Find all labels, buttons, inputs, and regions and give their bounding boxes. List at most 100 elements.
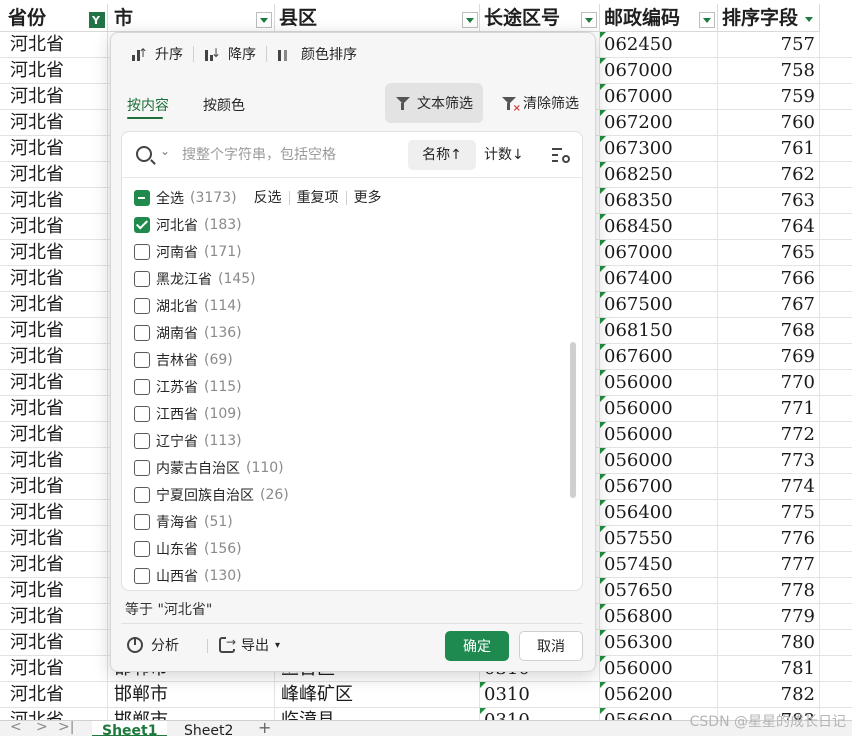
cell-sort-field[interactable]: 775 — [718, 500, 820, 526]
cell-postcode[interactable]: 068250 — [600, 162, 718, 188]
value-checkbox[interactable] — [134, 351, 150, 368]
cell-postcode[interactable]: 056000 — [600, 448, 718, 474]
cell-province[interactable]: 河北省 — [0, 604, 108, 630]
cell-sort-field[interactable]: 778 — [718, 578, 820, 604]
value-checkbox[interactable] — [134, 297, 150, 314]
tab-by-color[interactable]: 按颜色 — [203, 95, 245, 115]
value-label[interactable]: 湖南省 — [156, 323, 198, 343]
cell-province[interactable]: 河北省 — [0, 188, 108, 214]
cell-postcode[interactable]: 067000 — [600, 84, 718, 110]
value-checkbox[interactable] — [134, 324, 150, 341]
select-all-label[interactable]: 全选 — [156, 188, 184, 208]
value-label[interactable]: 内蒙古自治区 — [156, 458, 240, 478]
cell-sort-field[interactable]: 759 — [718, 84, 820, 110]
list-item[interactable]: 山东省 (156) — [134, 535, 564, 562]
cell-postcode[interactable]: 057650 — [600, 578, 718, 604]
cell-postcode[interactable]: 056000 — [600, 422, 718, 448]
cell-province[interactable]: 河北省 — [0, 32, 108, 58]
list-item[interactable]: 宁夏回族自治区 (26) — [134, 481, 564, 508]
cell-sort-field[interactable]: 762 — [718, 162, 820, 188]
cell-province[interactable]: 河北省 — [0, 500, 108, 526]
cell-sort-field[interactable]: 769 — [718, 344, 820, 370]
cell-sort-field[interactable]: 768 — [718, 318, 820, 344]
cell-sort-field[interactable]: 774 — [718, 474, 820, 500]
value-checkbox[interactable] — [134, 216, 150, 233]
cell-province[interactable]: 河北省 — [0, 474, 108, 500]
cell-postcode[interactable]: 067200 — [600, 110, 718, 136]
value-checkbox[interactable] — [134, 513, 150, 530]
cell-sort-field[interactable]: 760 — [718, 110, 820, 136]
cell-postcode[interactable]: 057550 — [600, 526, 718, 552]
cell-province[interactable]: 河北省 — [0, 396, 108, 422]
sort-by-count-button[interactable]: 计数↓ — [484, 140, 524, 170]
list-item[interactable]: 江西省 (109) — [134, 400, 564, 427]
value-label[interactable]: 河北省 — [156, 215, 198, 235]
cell-province[interactable]: 河北省 — [0, 318, 108, 344]
cell-province[interactable]: 河北省 — [0, 370, 108, 396]
cell-province[interactable]: 河北省 — [0, 162, 108, 188]
list-settings-icon[interactable] — [552, 147, 570, 163]
filter-dropdown-icon[interactable] — [699, 12, 715, 28]
list-item[interactable]: 山西省 (130) — [134, 562, 564, 588]
value-label[interactable]: 青海省 — [156, 512, 198, 532]
cell-postcode[interactable]: 056000 — [600, 396, 718, 422]
export-button[interactable]: 导出 ▾ — [219, 633, 280, 657]
sort-descending-button[interactable]: ↓ 降序 — [194, 43, 266, 65]
cell-postcode[interactable]: 068450 — [600, 214, 718, 240]
cell-postcode[interactable]: 068150 — [600, 318, 718, 344]
cell-city[interactable]: 邯郸市 — [108, 708, 275, 720]
value-label[interactable]: 湖北省 — [156, 296, 198, 316]
chevron-down-icon[interactable]: ⌄ — [160, 144, 170, 158]
cell-postcode[interactable]: 068350 — [600, 188, 718, 214]
select-all-checkbox[interactable] — [134, 189, 150, 206]
cell-sort-field[interactable]: 757 — [718, 32, 820, 58]
cell-sort-field[interactable]: 766 — [718, 266, 820, 292]
filter-dropdown-icon[interactable] — [802, 12, 818, 28]
list-item[interactable]: 河南省 (171) — [134, 238, 564, 265]
tab-next-icon[interactable]: > — [36, 721, 48, 735]
tab-prev-icon[interactable]: < — [10, 721, 22, 735]
filter-dropdown-icon[interactable] — [256, 12, 272, 28]
clear-filter-button[interactable]: × 清除筛选 — [497, 83, 583, 123]
cell-sort-field[interactable]: 779 — [718, 604, 820, 630]
value-label[interactable]: 辽宁省 — [156, 431, 198, 451]
cell-province[interactable]: 河北省 — [0, 552, 108, 578]
tab-last-icon[interactable]: >| — [58, 721, 74, 735]
sort-by-color-button[interactable]: 颜色排序 — [267, 43, 367, 65]
cell-sort-field[interactable]: 781 — [718, 656, 820, 682]
cell-province[interactable]: 河北省 — [0, 682, 108, 708]
cell-province[interactable]: 河北省 — [0, 448, 108, 474]
cell-postcode[interactable]: 056700 — [600, 474, 718, 500]
value-checkbox[interactable] — [134, 243, 150, 260]
invert-selection-link[interactable]: 反选 — [247, 191, 289, 205]
header-county[interactable]: 县区 — [275, 4, 480, 32]
list-item[interactable]: 湖南省 (136) — [134, 319, 564, 346]
value-checkbox[interactable] — [134, 567, 150, 584]
value-checkbox[interactable] — [134, 405, 150, 422]
value-checkbox[interactable] — [134, 486, 150, 503]
value-label[interactable]: 江苏省 — [156, 377, 198, 397]
search-icon[interactable] — [136, 146, 152, 162]
filter-active-icon[interactable]: Y — [89, 12, 105, 28]
more-link[interactable]: 更多 — [345, 190, 389, 205]
cell-province[interactable]: 河北省 — [0, 58, 108, 84]
cell-province[interactable]: 河北省 — [0, 136, 108, 162]
cell-postcode[interactable]: 056000 — [600, 370, 718, 396]
cell-province[interactable]: 河北省 — [0, 84, 108, 110]
list-item[interactable]: 吉林省 (69) — [134, 346, 564, 373]
header-city[interactable]: 市 — [108, 4, 275, 32]
cell-sort-field[interactable]: 761 — [718, 136, 820, 162]
cell-province[interactable]: 河北省 — [0, 266, 108, 292]
cancel-button[interactable]: 取消 — [519, 631, 583, 661]
sheet-tab-2[interactable]: Sheet2 — [174, 721, 243, 736]
cell-province[interactable]: 河北省 — [0, 214, 108, 240]
cell-postcode[interactable]: 067000 — [600, 240, 718, 266]
cell-county[interactable]: 临漳县 — [275, 708, 480, 720]
cell-postcode[interactable]: 067600 — [600, 344, 718, 370]
cell-sort-field[interactable]: 776 — [718, 526, 820, 552]
cell-province[interactable]: 河北省 — [0, 578, 108, 604]
filter-dropdown-icon[interactable] — [462, 12, 478, 28]
list-item[interactable]: 江苏省 (115) — [134, 373, 564, 400]
cell-sort-field[interactable]: 773 — [718, 448, 820, 474]
cell-province[interactable]: 河北省 — [0, 240, 108, 266]
